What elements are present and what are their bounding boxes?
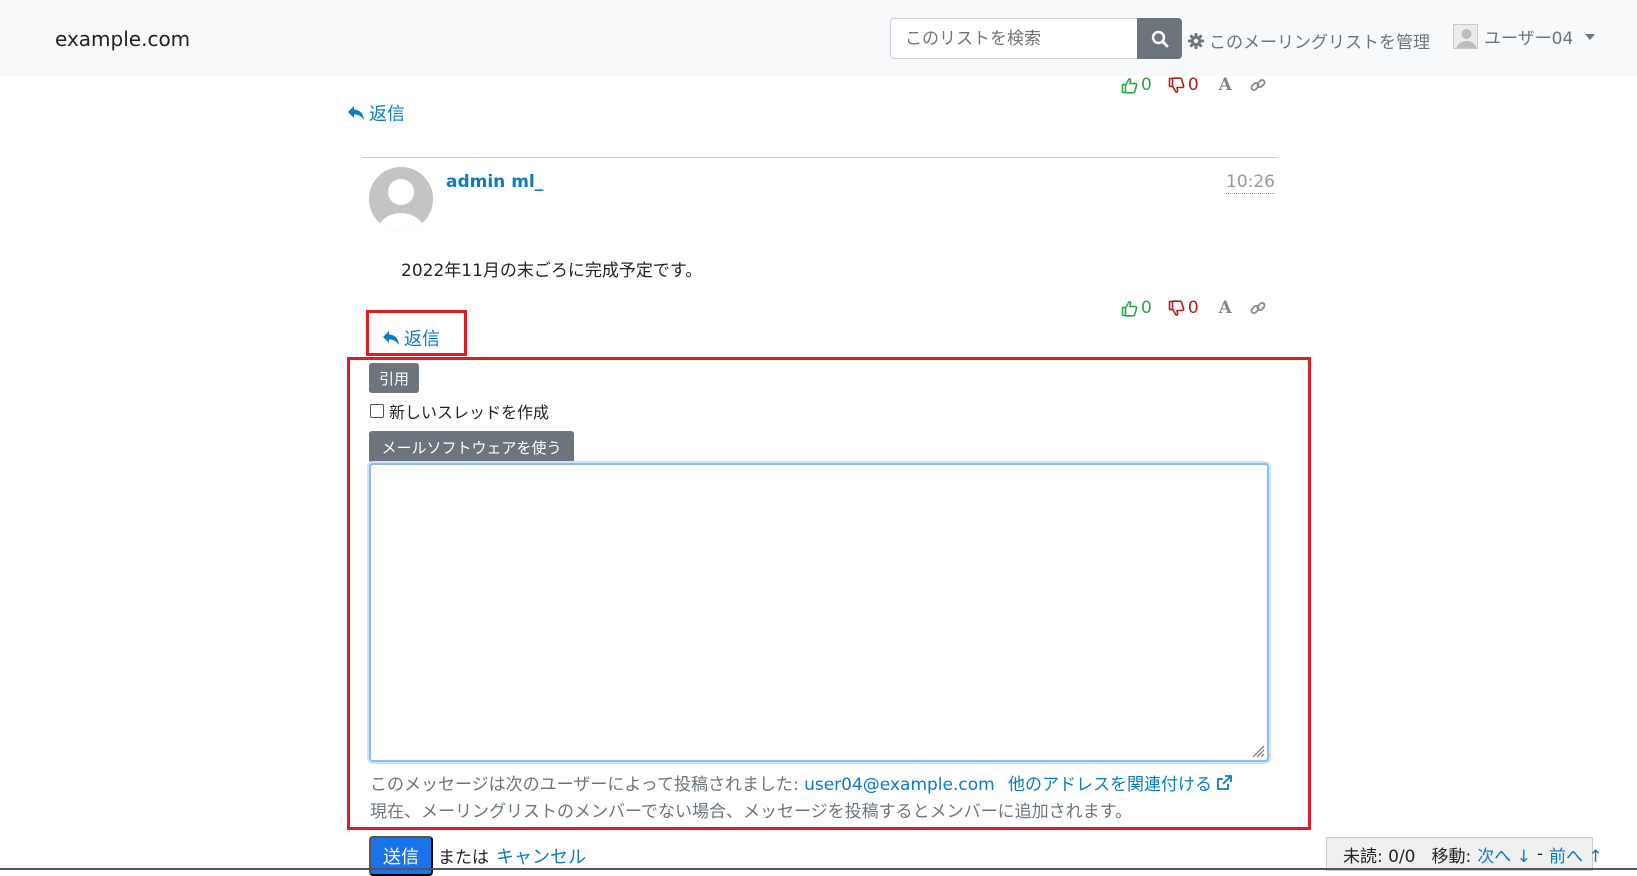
user-name: ユーザー04 [1484, 29, 1574, 49]
user-avatar [1453, 24, 1478, 49]
font-toggle-icon[interactable]: A [1219, 75, 1232, 95]
resize-grip-icon[interactable] [1251, 744, 1265, 758]
brand-link[interactable]: example.com [55, 27, 190, 51]
permalink-button[interactable] [1250, 77, 1266, 93]
or-text: または [438, 848, 489, 868]
membership-note: 現在、メーリングリストのメンバーでない場合、メッセージを投稿するとメンバーに追加… [370, 802, 1132, 822]
posted-by-line: このメッセージは次のユーザーによって投稿されました: user04@exampl… [370, 770, 995, 795]
link-icon [1250, 302, 1266, 314]
upvote-button[interactable]: 0 [1121, 298, 1152, 318]
reply-icon [383, 331, 399, 345]
downvote-count: 0 [1187, 75, 1199, 95]
message-author[interactable]: admin ml_ [446, 172, 543, 192]
unread-count: 未読: 0/0 [1343, 846, 1416, 867]
upvote-count: 0 [1141, 298, 1152, 318]
message-divider [362, 157, 1277, 158]
posted-by-email[interactable]: user04@example.com [804, 775, 995, 795]
chevron-down-icon [1585, 33, 1596, 40]
message-time: 10:26 [1226, 172, 1275, 194]
downvote-button[interactable]: 0 [1168, 298, 1199, 318]
next-link[interactable]: 次へ ↓ [1477, 842, 1531, 867]
upvote-button[interactable]: 0 [1121, 75, 1152, 95]
nav-separator: - [1536, 844, 1544, 864]
search-icon [1151, 30, 1168, 47]
new-thread-option[interactable]: 新しいスレッドを作成 [370, 399, 549, 423]
previous-message-votes: 0 0 A [1121, 75, 1266, 95]
downvote-button[interactable]: 0 [1168, 75, 1199, 95]
reply-icon [348, 106, 364, 120]
reply-label: 返信 [404, 329, 440, 350]
posted-by-prefix: このメッセージは次のユーザーによって投稿されました: [370, 775, 799, 795]
cancel-link[interactable]: キャンセル [496, 843, 586, 869]
user-menu[interactable]: ユーザー04 [1453, 24, 1596, 49]
mail-software-button[interactable]: メールソフトウェアを使う [369, 431, 574, 463]
manage-list-link[interactable]: このメーリングリストを管理 [1188, 28, 1430, 53]
thumbs-down-icon [1168, 299, 1185, 316]
upvote-count: 0 [1141, 75, 1152, 95]
reply-label: 返信 [369, 104, 405, 125]
gear-icon [1188, 32, 1204, 49]
prev-link[interactable]: 前へ ↑ [1549, 842, 1603, 867]
thumbs-up-icon [1121, 77, 1138, 94]
reply-link[interactable]: 返信 [382, 325, 440, 351]
quote-button[interactable]: 引用 [369, 363, 419, 393]
message-votes: 0 0 A [1121, 298, 1266, 318]
new-thread-label: 新しいスレッドを作成 [389, 403, 550, 422]
search-form [890, 18, 1182, 59]
font-toggle-icon[interactable]: A [1219, 298, 1232, 318]
send-button[interactable]: 送信 [369, 836, 433, 876]
thumbs-down-icon [1168, 76, 1185, 93]
link-icon [1250, 79, 1266, 91]
message-body: 2022年11月の末ごろに完成予定です。 [401, 261, 703, 281]
reply-link-previous[interactable]: 返信 [347, 100, 405, 126]
search-button[interactable] [1137, 18, 1182, 59]
thumbs-up-icon [1121, 300, 1138, 317]
external-link-icon [1217, 774, 1232, 790]
search-input[interactable] [890, 18, 1137, 59]
downvote-count: 0 [1187, 298, 1199, 318]
navigation-status-bar: 未読: 0/0 移動: 次へ ↓ - 前へ ↑ [1326, 837, 1603, 871]
permalink-button[interactable] [1250, 300, 1266, 316]
new-thread-checkbox[interactable] [370, 404, 384, 418]
manage-list-label: このメーリングリストを管理 [1209, 33, 1430, 53]
reply-textarea[interactable] [369, 463, 1269, 762]
associate-address-link[interactable]: 他のアドレスを関連付ける [1008, 770, 1232, 795]
author-avatar [369, 167, 433, 231]
associate-address-label: 他のアドレスを関連付ける [1008, 775, 1212, 795]
navbar: example.com このメーリングリストを管理 [0, 0, 1637, 76]
move-label: 移動: [1431, 846, 1472, 867]
